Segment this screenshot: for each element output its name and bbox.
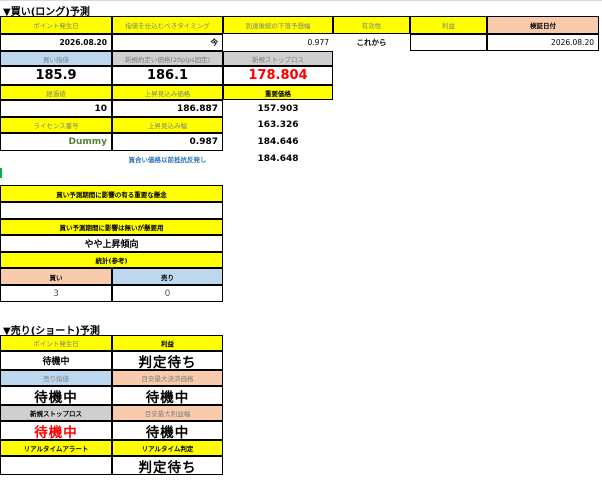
long-question-2[interactable]: 買い予測期間に影響は無いが懸要用 (0, 219, 223, 235)
long-header-valid[interactable]: 有効性 (333, 16, 410, 34)
short-rt-judge[interactable]: 判定待ち (112, 456, 223, 475)
short-point-date[interactable]: 待機中 (0, 351, 112, 370)
long-important-price-2[interactable]: 163.326 (223, 117, 333, 133)
short-target-max[interactable]: 待機中 (112, 421, 223, 440)
short-target-high[interactable]: 待機中 (112, 386, 223, 405)
long-timing[interactable]: 今 (112, 34, 223, 51)
long-license[interactable]: Dummy (0, 133, 112, 151)
short-header-target-high[interactable]: 目安最大決済価格 (112, 370, 223, 386)
long-lower-limit[interactable]: 0.977 (223, 34, 333, 51)
long-header-lower-limit[interactable]: 到達後続の下落予想幅 (223, 16, 333, 34)
short-header-sell-limit[interactable]: 売り指値 (0, 370, 112, 386)
short-new-stop[interactable]: 待機中 (0, 421, 112, 440)
long-header-verify-date[interactable]: 検証日付 (487, 16, 599, 34)
long-verify-date[interactable]: 2026.08.20 (487, 34, 599, 51)
long-header-new-buy-price[interactable]: 新規約定い価格(20pips固定) (112, 51, 223, 66)
short-alert[interactable] (0, 456, 112, 475)
long-up-price[interactable]: 186.887 (112, 100, 223, 117)
short-sell-limit[interactable]: 待機中 (0, 386, 112, 405)
long-new-stop[interactable]: 178.804 (223, 66, 333, 85)
short-header-alert[interactable]: リアルタイムアラート (0, 440, 112, 456)
long-new-buy-price[interactable]: 186.1 (112, 66, 223, 85)
long-header-license[interactable]: ライセンス番号 (0, 117, 112, 133)
long-point-date[interactable]: 2026.08.20 (0, 34, 112, 51)
short-header-rt-judge[interactable]: リアルタイム判定 (112, 440, 223, 456)
long-stats-buy-header[interactable]: 買い (0, 268, 112, 285)
long-stats-header[interactable]: 統計(参考) (0, 252, 223, 268)
long-profit[interactable] (410, 34, 487, 51)
long-important-price-3[interactable]: 184.646 (223, 133, 333, 151)
long-stats-buy-count[interactable]: 3 (0, 285, 112, 302)
long-valid[interactable]: これから (333, 34, 410, 51)
long-header-up-width[interactable]: 上昇見込み幅 (112, 117, 223, 133)
long-question-2-answer[interactable]: やや上昇傾向 (0, 235, 223, 252)
long-elapsed[interactable]: 10 (0, 100, 112, 117)
long-question-1[interactable]: 買い予測期間に影響の有る重要な懸念 (0, 185, 223, 202)
long-question-1-answer[interactable] (0, 202, 223, 219)
long-header-elapsed[interactable]: 経過値 (0, 85, 112, 100)
long-buy-before-break-label: 買合い価格以前抵抗反発し (128, 156, 207, 164)
long-stats-sell-header[interactable]: 売り (112, 268, 223, 285)
short-header-target-max[interactable]: 目安最大利益幅 (112, 405, 223, 421)
long-header-point-date[interactable]: ポイント発生日 (0, 16, 112, 34)
short-header-point-date[interactable]: ポイント発生日 (0, 335, 112, 351)
long-header-important-price[interactable]: 重要価格 (223, 85, 333, 100)
short-header-new-stop[interactable]: 新規ストップロス (0, 405, 112, 421)
long-header-timing[interactable]: 指値を仕込むべきタイミング (112, 16, 223, 34)
long-header-new-stop[interactable]: 新規ストップロス (223, 51, 333, 66)
long-header-up-price[interactable]: 上昇見込み価格 (112, 85, 223, 100)
long-buy-limit[interactable]: 185.9 (0, 66, 112, 85)
long-header-profit[interactable]: 利益 (410, 16, 487, 34)
long-important-price-1[interactable]: 157.903 (223, 100, 333, 117)
short-header-profit[interactable]: 利益 (112, 335, 223, 351)
long-up-width[interactable]: 0.987 (112, 133, 223, 151)
long-stats-sell-count[interactable]: 0 (112, 285, 223, 302)
long-important-price-4[interactable]: 184.648 (223, 151, 333, 167)
short-profit[interactable]: 判定待ち (112, 351, 223, 370)
cell-marker (0, 168, 2, 178)
long-header-buy-limit[interactable]: 買い指値 (0, 51, 112, 66)
